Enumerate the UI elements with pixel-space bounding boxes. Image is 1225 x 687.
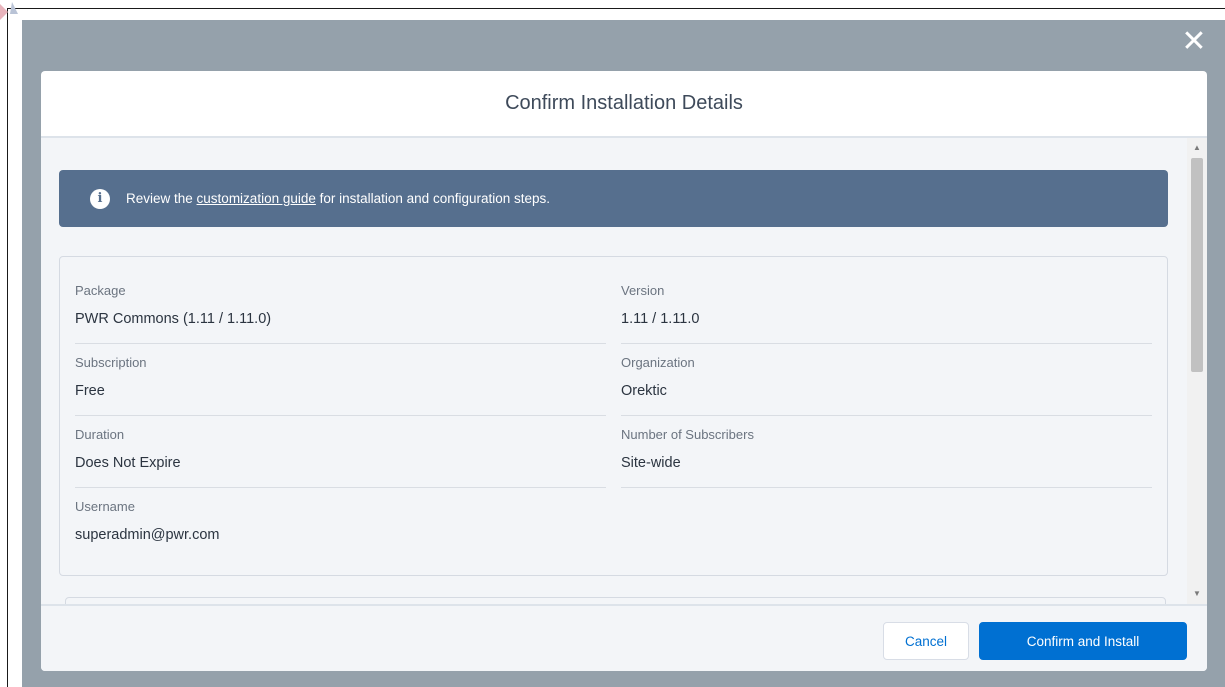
package-value: PWR Commons (1.11 / 1.11.0) [75, 311, 272, 327]
scroll-thumb[interactable] [1191, 158, 1203, 372]
install-modal: Confirm Installation Details i Review th… [41, 71, 1207, 671]
subscription-value: Free [75, 383, 105, 399]
close-icon[interactable]: ✕ [1180, 27, 1208, 57]
package-label: Package [75, 283, 126, 298]
username-value: superadmin@pwr.com [75, 527, 220, 543]
field-subscribers: Number of Subscribers Site-wide [621, 416, 1152, 488]
banner-text: Review the customization guide for insta… [126, 191, 550, 206]
customization-guide-link[interactable]: customization guide [197, 191, 316, 206]
duration-label: Duration [75, 427, 125, 442]
username-label: Username [75, 499, 135, 514]
banner-text-before: Review the [126, 191, 197, 206]
field-duration: Duration Does Not Expire [75, 416, 606, 488]
scroll-up-arrow-icon[interactable]: ▲ [1187, 140, 1207, 156]
subscribers-value: Site-wide [621, 455, 681, 471]
scroll-down-arrow-icon[interactable]: ▼ [1187, 586, 1207, 602]
version-label: Version [621, 283, 665, 298]
field-subscription: Subscription Free [75, 344, 606, 416]
field-username: Username superadmin@pwr.com [75, 488, 606, 560]
package-details-card: Package PWR Commons (1.11 / 1.11.0) Vers… [59, 256, 1168, 576]
modal-scrollbar[interactable]: ▲ ▼ [1187, 138, 1207, 604]
info-banner: i Review the customization guide for ins… [59, 170, 1168, 227]
version-value: 1.11 / 1.11.0 [621, 311, 700, 327]
organization-value: Orektic [621, 383, 667, 399]
confirm-and-install-button[interactable]: Confirm and Install [979, 622, 1187, 660]
cancel-button[interactable]: Cancel [883, 622, 969, 660]
modal-header: Confirm Installation Details [41, 71, 1207, 138]
info-icon: i [90, 188, 110, 209]
field-organization: Organization Orektic [621, 344, 1152, 416]
organization-label: Organization [621, 355, 695, 370]
duration-value: Does Not Expire [75, 455, 181, 471]
app-logo-fragment [0, 2, 18, 20]
subscription-label: Subscription [75, 355, 147, 370]
subscribers-label: Number of Subscribers [621, 427, 754, 442]
modal-body: i Review the customization guide for ins… [41, 138, 1207, 604]
modal-title: Confirm Installation Details [505, 92, 743, 114]
next-section-card [65, 597, 1166, 604]
modal-footer: Cancel Confirm and Install [41, 604, 1207, 671]
field-version: Version 1.11 / 1.11.0 [621, 272, 1152, 344]
banner-text-after: for installation and configuration steps… [315, 191, 551, 206]
field-package: Package PWR Commons (1.11 / 1.11.0) [75, 272, 606, 344]
